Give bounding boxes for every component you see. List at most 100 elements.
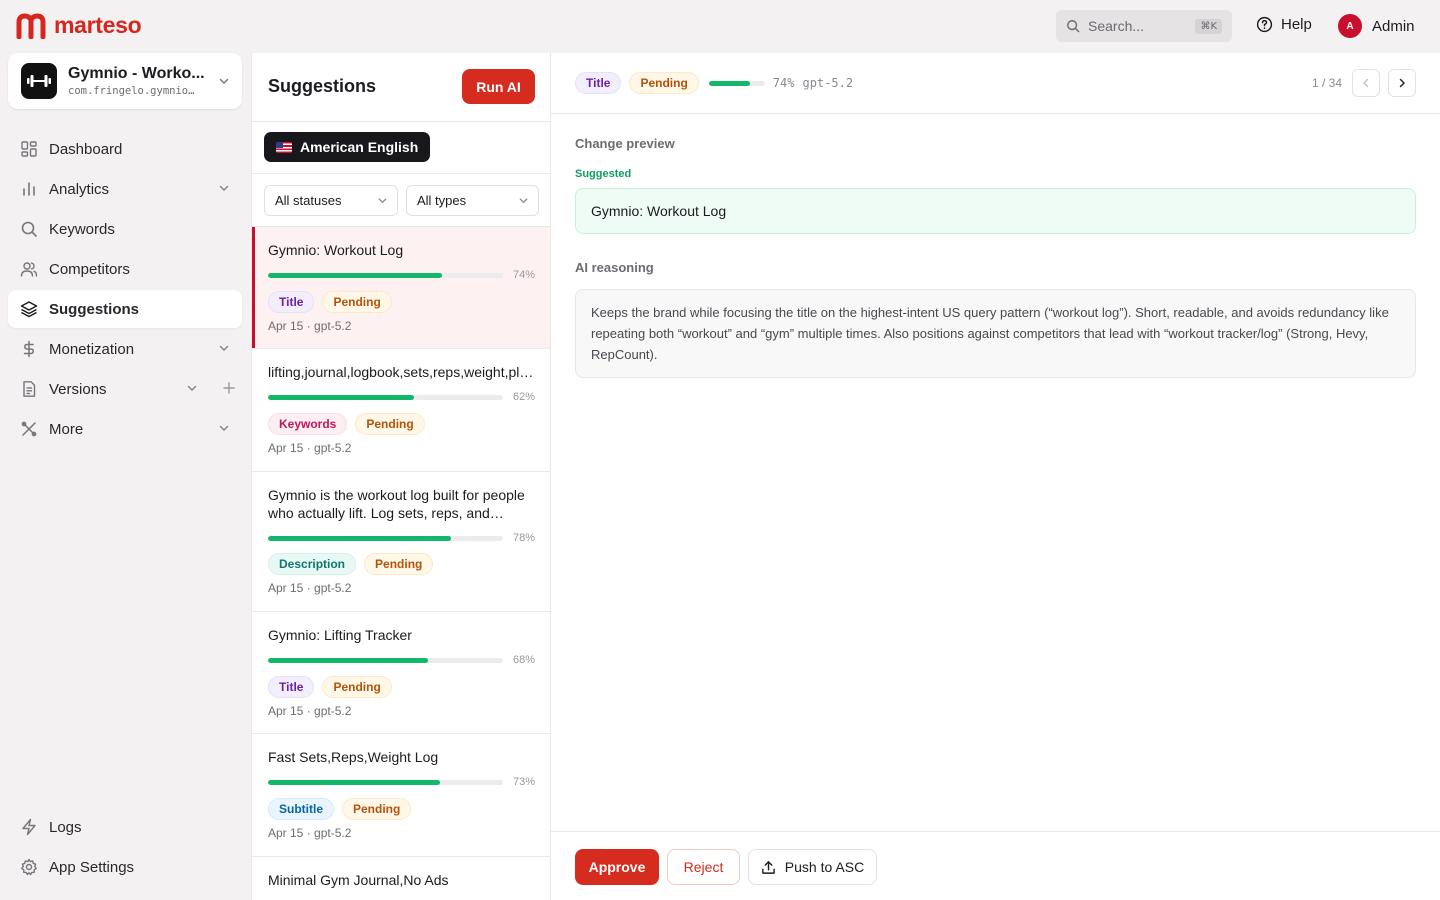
- approve-button[interactable]: Approve: [575, 849, 659, 885]
- run-ai-button[interactable]: Run AI: [462, 69, 535, 104]
- type-badge: Title: [268, 291, 315, 313]
- avatar: A: [1338, 14, 1362, 38]
- confidence-label: 73%: [513, 776, 536, 788]
- sidebar-item-label: Keywords: [49, 220, 115, 238]
- sidebar-item-label: Monetization: [49, 340, 135, 358]
- sidebar-item-label: Logs: [49, 818, 82, 836]
- help-button[interactable]: Help: [1256, 16, 1312, 33]
- confidence-fill: [268, 779, 440, 785]
- confidence-track: [268, 394, 503, 400]
- detail-summary: Title Pending 74% gpt-5.2: [575, 72, 853, 94]
- suggestion-card[interactable]: Minimal Gym Journal,No Ads: [252, 857, 550, 900]
- sidebar-item-more[interactable]: More: [8, 410, 242, 448]
- suggested-value: Gymnio: Workout Log: [575, 188, 1416, 234]
- tag-row: Keywords Pending: [268, 413, 425, 435]
- confidence-label: 74%: [772, 76, 795, 90]
- locale-label: American English: [300, 139, 419, 155]
- type-badge: Title: [575, 72, 622, 94]
- app-bundle-id: com.fringelo.gymnio…: [68, 85, 195, 97]
- logo-m-icon: [16, 13, 46, 39]
- suggestion-card[interactable]: Gymnio is the workout log built for peop…: [252, 472, 550, 612]
- locale-chip[interactable]: American English: [264, 132, 431, 162]
- confidence-label: 68%: [513, 654, 536, 666]
- users-icon: [20, 260, 38, 278]
- chevron-down-icon[interactable]: [186, 382, 198, 394]
- sidebar-item-suggestions[interactable]: Suggestions: [8, 290, 242, 328]
- confidence-track: [268, 779, 503, 785]
- app-switcher[interactable]: Gymnio - Worko... com.fringelo.gymnio…: [8, 53, 242, 109]
- type-badge: Title: [268, 676, 315, 698]
- chevron-down-icon: [519, 198, 528, 204]
- search-placeholder: Search...: [1088, 18, 1145, 34]
- status-badge: Pending: [322, 676, 392, 698]
- suggestion-text: Gymnio is the workout log built for peop…: [268, 487, 525, 521]
- confidence-label: 78%: [513, 532, 536, 544]
- sidebar-item-label: More: [49, 420, 84, 438]
- type-badge: Description: [268, 553, 357, 575]
- add-version-icon[interactable]: [222, 381, 236, 395]
- help-label: Help: [1281, 16, 1312, 33]
- confidence-track: [708, 80, 765, 86]
- sidebar-item-keywords[interactable]: Keywords: [8, 210, 242, 248]
- status-badge: Pending: [629, 72, 699, 94]
- next-button[interactable]: [1388, 69, 1416, 97]
- suggestion-meta: Apr 15 · gpt-5.2: [268, 704, 352, 718]
- locale-row: American English: [252, 122, 550, 174]
- type-badge: Subtitle: [268, 798, 334, 820]
- user-name: Admin: [1372, 17, 1415, 35]
- chevron-down-icon[interactable]: [218, 342, 230, 354]
- tag-row: Title Pending: [268, 291, 392, 313]
- app-meta: Gymnio - Worko... com.fringelo.gymnio…: [68, 65, 207, 97]
- reject-button[interactable]: Reject: [667, 849, 740, 885]
- sidebar-item-analytics[interactable]: Analytics: [8, 170, 242, 208]
- model-name: gpt-5.2: [802, 76, 854, 90]
- suggestion-text: Minimal Gym Journal,No Ads: [268, 872, 449, 888]
- suggestion-card[interactable]: Gymnio: Lifting Tracker 68% Title Pendin…: [252, 612, 550, 734]
- tag-row: Subtitle Pending: [268, 798, 412, 820]
- filters-row: All statuses All types: [252, 174, 550, 227]
- sidebar-item-competitors[interactable]: Competitors: [8, 250, 242, 288]
- sidebar-item-monetization[interactable]: Monetization: [8, 330, 242, 368]
- chevron-down-icon[interactable]: [218, 422, 230, 434]
- suggestion-meta: Apr 15 · gpt-5.2: [268, 581, 352, 595]
- type-filter-select[interactable]: All types: [406, 185, 539, 216]
- user-menu[interactable]: A Admin: [1338, 14, 1415, 38]
- app-name: Gymnio - Worko...: [68, 65, 205, 82]
- action-bar: Approve Reject Push to ASC: [551, 831, 1440, 900]
- us-flag-icon: [276, 141, 292, 153]
- status-filter-value: All statuses: [275, 193, 342, 208]
- status-filter-select[interactable]: All statuses: [264, 185, 398, 216]
- ai-reasoning-heading: AI reasoning: [575, 260, 654, 275]
- sidebar-item-dashboard[interactable]: Dashboard: [8, 130, 242, 168]
- confidence-fill: [268, 394, 414, 400]
- sidebar-item-app-settings[interactable]: App Settings: [8, 848, 242, 886]
- search-icon: [20, 220, 38, 238]
- previous-button[interactable]: [1352, 69, 1380, 97]
- search-box[interactable]: Search... ⌘K: [1056, 10, 1232, 42]
- top-bar: marteso Search... ⌘K Help A Admin: [0, 0, 1440, 52]
- sidebar-item-versions[interactable]: Versions: [8, 370, 242, 408]
- suggestion-card[interactable]: Gymnio: Workout Log 74% Title Pending Ap…: [252, 227, 550, 349]
- suggestion-text: Gymnio: Lifting Tracker: [268, 627, 412, 643]
- suggestion-detail-panel: Title Pending 74% gpt-5.2 1 / 34 Change …: [551, 53, 1440, 900]
- brand-logo[interactable]: marteso: [16, 12, 142, 39]
- chevron-right-icon: [1399, 78, 1405, 88]
- status-badge: Pending: [364, 553, 434, 575]
- suggestion-card[interactable]: lifting,journal,logbook,sets,reps,weight…: [252, 349, 550, 472]
- sidebar-item-logs[interactable]: Logs: [8, 808, 242, 846]
- file-icon: [20, 380, 38, 398]
- upload-icon: [761, 860, 775, 874]
- suggestions-header: Suggestions Run AI: [252, 53, 550, 122]
- layers-icon: [20, 300, 38, 318]
- suggestion-meta: Apr 15 · gpt-5.2: [268, 319, 352, 333]
- push-to-asc-button[interactable]: Push to ASC: [748, 849, 877, 885]
- suggestion-meta: Apr 15 · gpt-5.2: [268, 826, 352, 840]
- confidence-label: 74%: [513, 269, 536, 281]
- confidence-score: 73%: [268, 775, 535, 789]
- suggestions-list-panel: Suggestions Run AI American English All …: [251, 53, 551, 900]
- chevron-down-icon[interactable]: [218, 182, 230, 194]
- suggestion-card[interactable]: Fast Sets,Reps,Weight Log 73% Subtitle P…: [252, 734, 550, 857]
- change-preview-heading: Change preview: [575, 136, 675, 151]
- page-title: Suggestions: [268, 76, 377, 96]
- sidebar-item-label: App Settings: [49, 858, 135, 876]
